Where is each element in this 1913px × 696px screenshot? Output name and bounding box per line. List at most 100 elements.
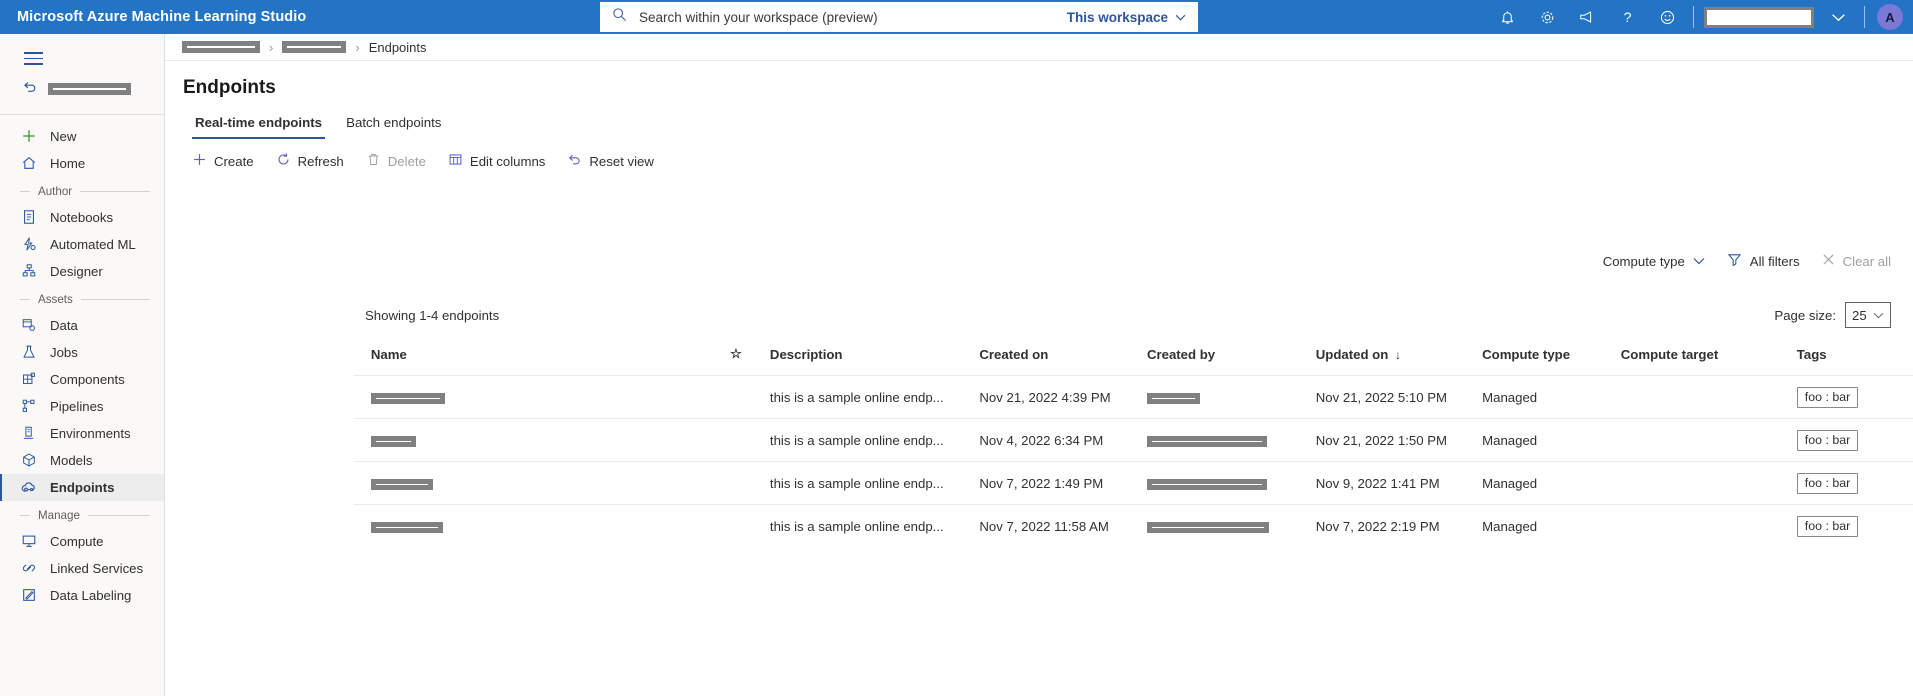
linked-services-icon [20,560,37,576]
sidebar-item-notebooks[interactable]: Notebooks [0,204,164,231]
sidebar-item-compute[interactable]: Compute [0,528,164,555]
column-header-tags[interactable]: Tags [1797,346,1913,376]
sidebar-item-label: Endpoints [50,479,115,495]
sidebar-item-data[interactable]: Data [0,312,164,339]
sidebar-item-components[interactable]: Components [0,366,164,393]
cell-favorite[interactable] [730,418,770,462]
user-avatar[interactable]: A [1877,4,1903,30]
refresh-button[interactable]: Refresh [267,148,353,174]
cell-updated-on: Nov 7, 2022 2:19 PM [1315,504,1483,548]
sidebar-item-new[interactable]: New [0,123,164,150]
global-search-bar[interactable]: This workspace [600,2,1198,32]
column-header-compute-type[interactable]: Compute type [1482,346,1621,376]
account-chevron-down-icon[interactable] [1818,0,1858,34]
cell-created-by [1146,504,1316,548]
announcements-megaphone-icon[interactable] [1567,0,1607,34]
jobs-flask-icon [20,344,37,360]
automated-ml-icon [20,236,37,252]
endpoint-name-redacted [370,478,433,490]
edit-columns-icon [448,152,463,170]
row-select-checkbox[interactable] [354,418,371,462]
hamburger-menu-icon[interactable] [0,34,164,77]
sidebar-item-label: Environments [50,425,131,441]
sidebar-item-models[interactable]: Models [0,447,164,474]
feedback-smiley-icon[interactable] [1647,0,1687,34]
cell-favorite[interactable] [730,461,770,505]
page-size-label: Page size: [1774,307,1836,323]
cell-compute-type: Managed [1482,461,1621,505]
compute-type-filter[interactable]: Compute type [1603,254,1705,269]
sidebar-item-jobs[interactable]: Jobs [0,339,164,366]
sidebar-item-environments[interactable]: Environments [0,420,164,447]
sidebar-item-automated-ml[interactable]: Automated ML [0,231,164,258]
table-row[interactable]: this is a sample online endp... Nov 7, 20… [354,504,1913,548]
column-header-favorite[interactable]: ☆ [730,346,770,376]
home-icon [20,155,37,171]
row-select-checkbox[interactable] [354,375,371,419]
cell-name[interactable] [370,418,731,462]
all-filters-button[interactable]: All filters [1727,252,1800,270]
cell-tags: foo : bar [1796,418,1913,462]
svg-text:?: ? [1623,10,1631,26]
cell-name[interactable] [370,461,731,505]
clear-all-filters-button[interactable]: Clear all [1822,253,1891,269]
sidebar-section-label: Author [38,184,73,198]
command-toolbar: Create Refresh Delete Edit columns Reset vie… [165,139,1913,174]
row-select-checkbox[interactable] [354,461,371,505]
column-header-compute-target[interactable]: Compute target [1621,346,1797,376]
back-to-workspace-button[interactable] [0,77,164,114]
cell-favorite[interactable] [730,504,770,548]
sidebar-item-data-labeling[interactable]: Data Labeling [0,582,164,609]
cell-created-by [1146,418,1316,462]
plus-icon [192,152,207,170]
tab-batch-endpoints[interactable]: Batch endpoints [334,111,453,139]
cell-favorite[interactable] [730,375,770,419]
sidebar-section-manage: Manage [0,501,164,528]
top-bar-actions: ? A [1487,0,1913,34]
sidebar-item-home[interactable]: Home [0,150,164,177]
sidebar-item-label: Data [50,317,78,333]
notifications-bell-icon[interactable] [1487,0,1527,34]
breadcrumb-current: Endpoints [368,39,427,55]
column-header-updated-on[interactable]: Updated on ↓ [1316,346,1482,376]
sidebar-item-designer[interactable]: Designer [0,258,164,285]
tab-real-time-endpoints[interactable]: Real-time endpoints [183,111,334,139]
breadcrumb-item-redacted-2[interactable] [282,41,347,53]
column-select-all[interactable] [354,346,371,376]
command-label: Edit columns [469,153,546,169]
sidebar-item-linked-services[interactable]: Linked Services [0,555,164,582]
reset-view-button[interactable]: Reset view [558,148,663,174]
cell-description: this is a sample online endp... [769,504,980,548]
column-header-created-on[interactable]: Created on [979,346,1147,376]
sidebar-item-endpoints[interactable]: Endpoints [0,473,164,501]
endpoints-icon [20,479,37,496]
sidebar-item-pipelines[interactable]: Pipelines [0,393,164,420]
cell-compute-target [1620,375,1797,419]
row-select-checkbox[interactable] [354,504,371,548]
left-navigation-sidebar: New Home Author Notebooks Automated ML Design… [0,34,165,696]
cell-name[interactable] [370,375,731,419]
column-header-name[interactable]: Name [371,346,730,376]
cell-name[interactable] [370,504,731,548]
column-header-created-by[interactable]: Created by [1147,346,1316,376]
environments-icon [20,425,37,441]
edit-columns-button[interactable]: Edit columns [439,148,555,174]
help-question-icon[interactable]: ? [1607,0,1647,34]
page-tabs: Real-time endpoints Batch endpoints [165,99,1913,139]
chevron-down-icon [1693,258,1705,265]
tag-chip: foo : bar [1796,429,1859,451]
command-label: Create [214,153,254,169]
column-header-description[interactable]: Description [770,346,979,376]
page-size-select[interactable]: 25 [1845,302,1891,328]
table-row[interactable]: this is a sample online endp... Nov 7, 20… [354,461,1913,505]
table-row[interactable]: this is a sample online endp... Nov 21, 2… [354,375,1913,419]
search-scope-selector[interactable]: This workspace [1067,10,1186,25]
settings-gear-icon[interactable] [1527,0,1567,34]
table-row[interactable]: this is a sample online endp... Nov 4, 20… [354,418,1913,462]
tag-chip: foo : bar [1796,386,1859,408]
breadcrumb-item-redacted-1[interactable] [182,41,260,53]
cell-description: this is a sample online endp... [769,418,980,462]
results-count-label: Showing 1-4 endpoints [365,308,500,323]
create-button[interactable]: Create [183,148,263,174]
search-input[interactable] [637,8,1067,26]
